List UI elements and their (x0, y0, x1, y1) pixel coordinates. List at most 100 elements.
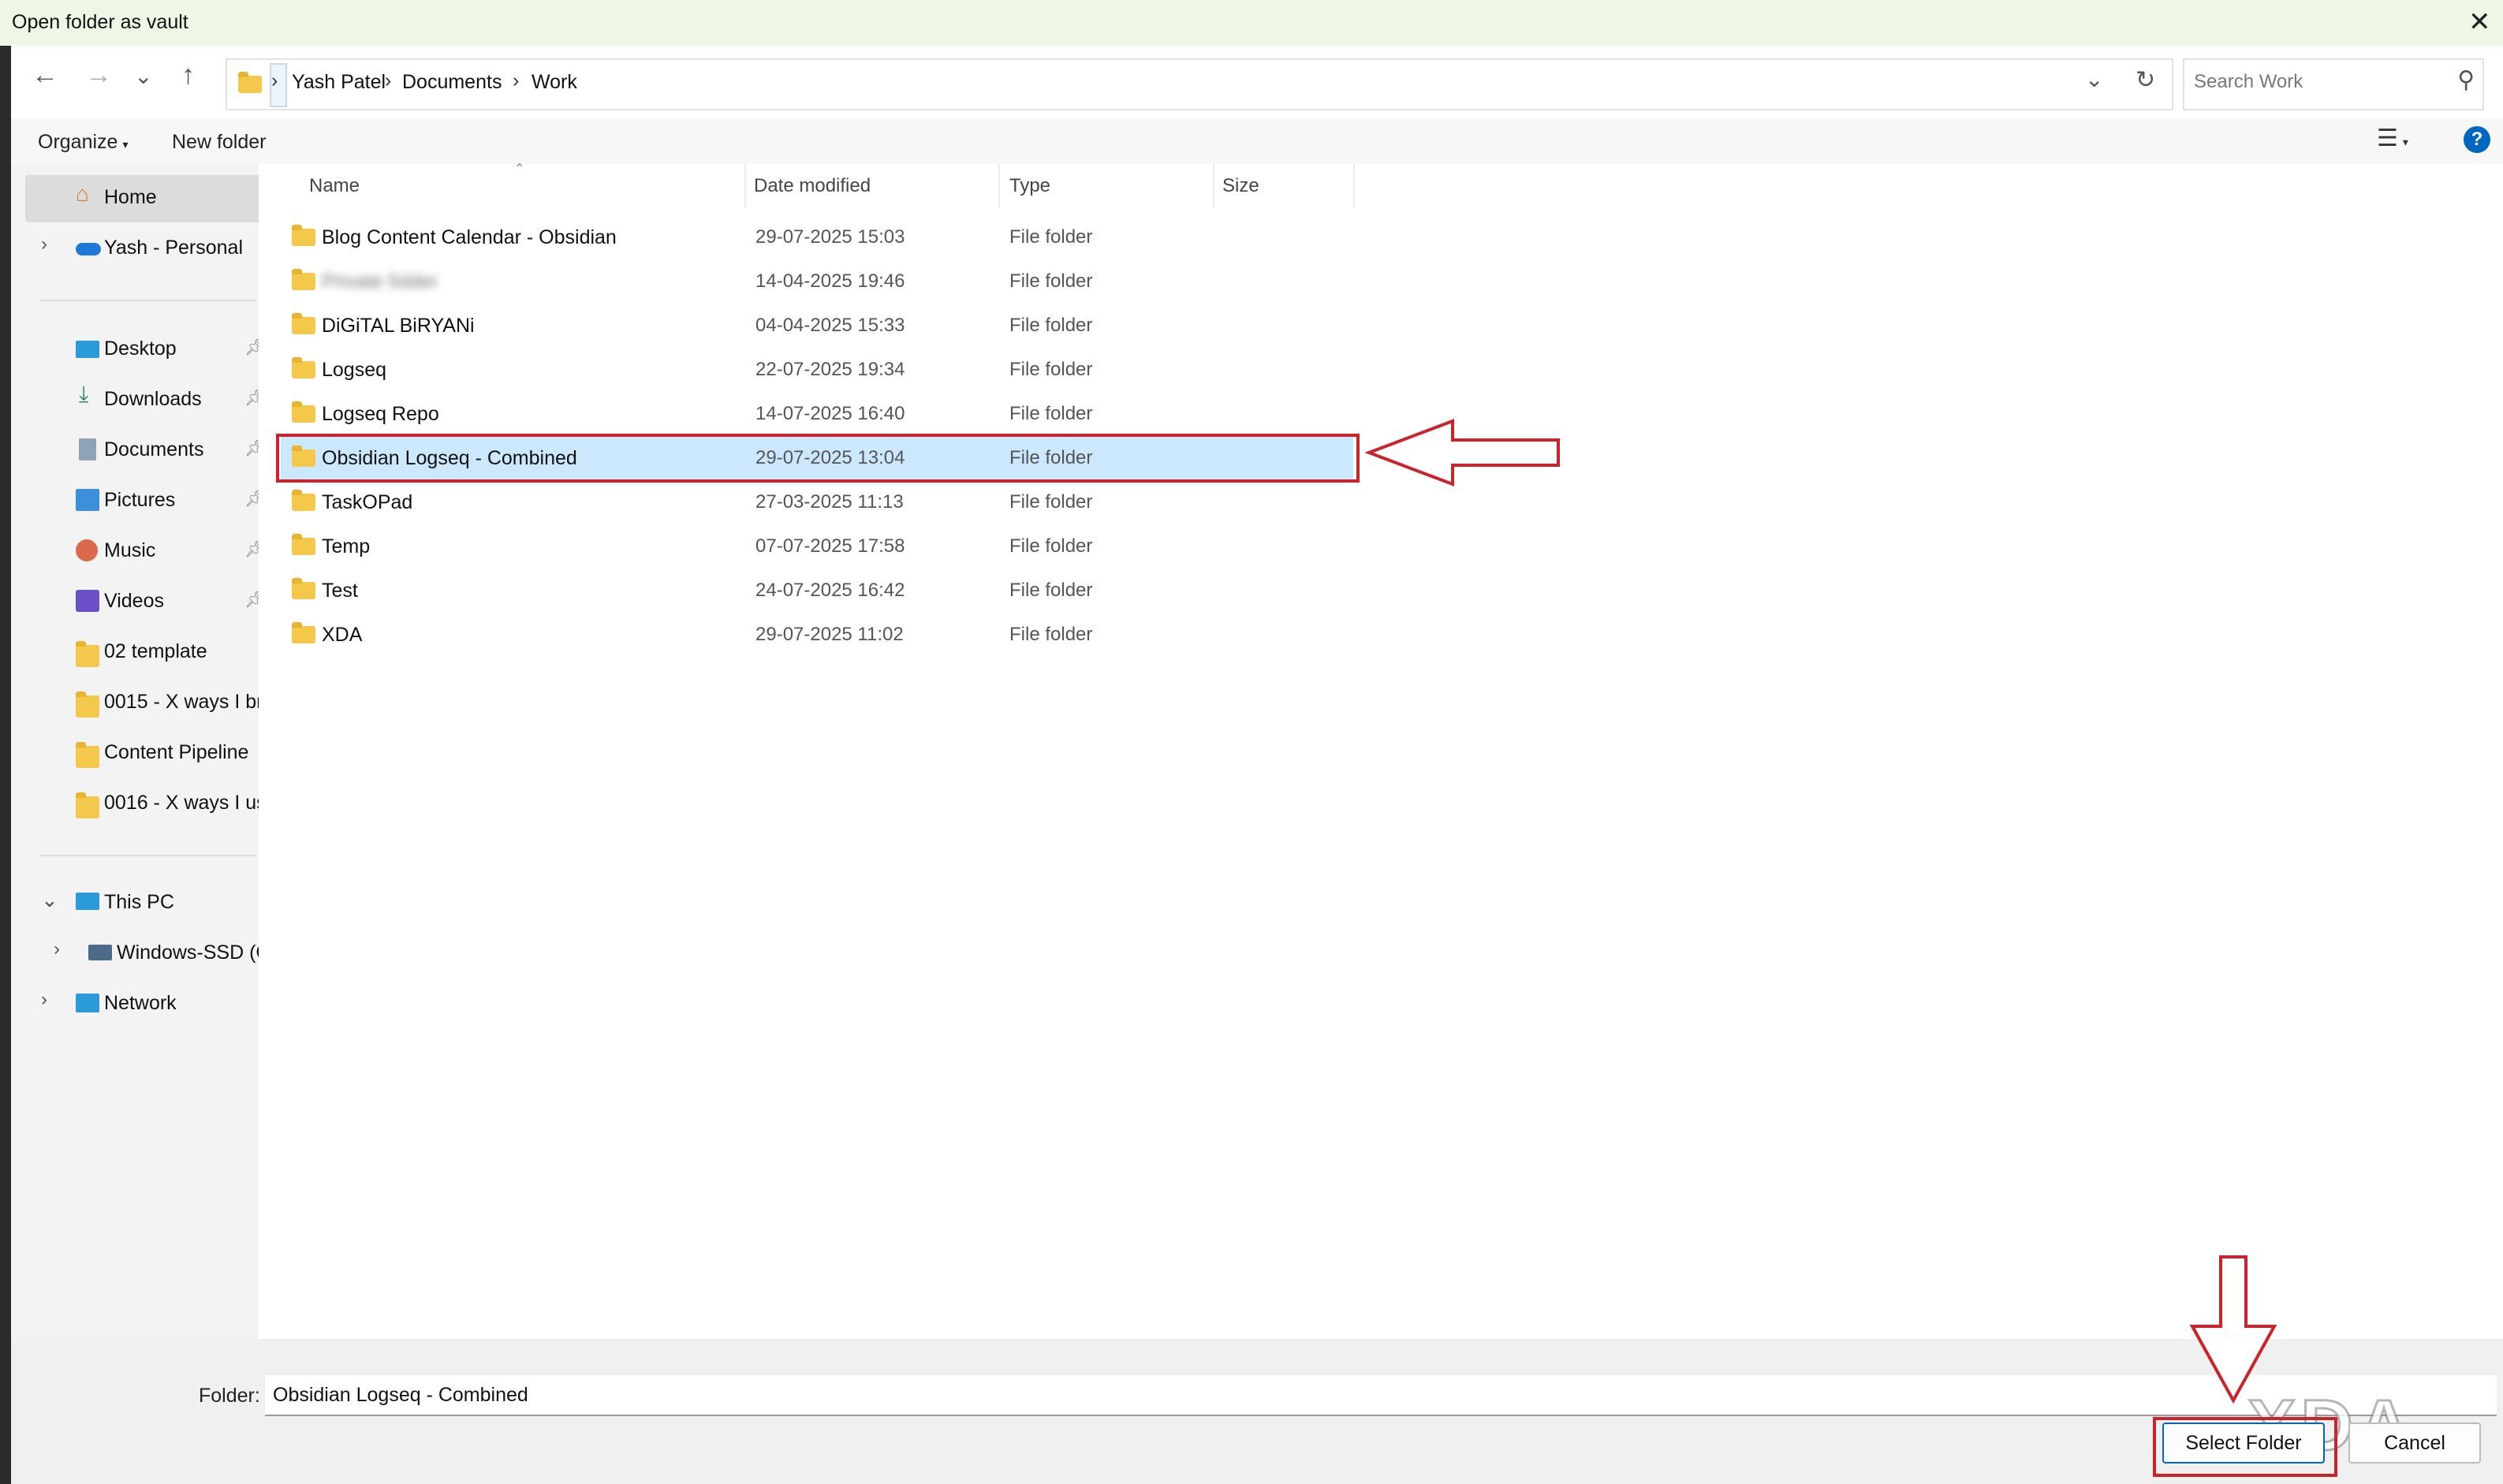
file-name: DiGiTAL BiRYANi (322, 315, 475, 337)
up-arrow-icon[interactable]: ↑ (181, 60, 195, 91)
folder-icon (76, 692, 99, 718)
help-icon[interactable]: ? (2464, 126, 2490, 153)
sidebar-item-home[interactable]: ⌂ Home (25, 175, 262, 222)
organize-label: Organize (38, 131, 118, 153)
table-row[interactable]: Logseq 22-07-2025 19:34 File folder (281, 349, 1353, 391)
column-header-name[interactable]: Name (309, 175, 360, 197)
sidebar-item-this-pc[interactable]: ⌄ This PC (25, 880, 262, 927)
column-divider[interactable] (1213, 164, 1214, 208)
file-date-modified: 29-07-2025 11:02 (755, 624, 904, 645)
back-arrow-icon[interactable]: ← (32, 60, 58, 91)
close-icon[interactable]: ✕ (2468, 6, 2491, 38)
dropdown-caret-icon: ▾ (122, 138, 129, 151)
sidebar-item-label: This PC (104, 891, 174, 913)
table-row[interactable]: XDA 29-07-2025 11:02 File folder (281, 613, 1353, 656)
folder-icon (292, 313, 315, 334)
refresh-icon[interactable]: ↻ (2136, 66, 2155, 94)
download-icon: ⤓ (79, 382, 89, 406)
down-arrow-annotation-icon (2189, 1255, 2277, 1404)
column-header-type[interactable]: Type (1009, 175, 1050, 197)
column-divider[interactable] (1353, 164, 1355, 208)
address-bar[interactable]: › Yash Patel › Documents › Work ⌄ ↻ (226, 58, 2173, 110)
pictures-icon (76, 489, 99, 511)
recent-locations-chevron-icon[interactable]: ⌄ (134, 63, 152, 89)
search-icon[interactable]: ⚲ (2457, 66, 2475, 94)
file-date-modified: 27-03-2025 11:13 (755, 491, 904, 513)
view-options-icon[interactable]: ☰ ▾ (2377, 125, 2408, 152)
sidebar-item-network[interactable]: › Network (25, 981, 262, 1028)
file-date-modified: 07-07-2025 17:58 (755, 535, 905, 557)
organize-button[interactable]: Organize ▾ (38, 131, 128, 154)
sidebar-item-documents[interactable]: Documents 📌︎ (25, 427, 264, 475)
folder-icon (292, 534, 315, 555)
highlight-annotation-box (2153, 1417, 2337, 1477)
file-date-modified: 14-04-2025 19:46 (755, 270, 905, 292)
sidebar-item-0016[interactable]: 0016 - X ways I use (25, 781, 262, 828)
column-divider[interactable] (744, 164, 746, 208)
file-date-modified: 29-07-2025 15:03 (755, 226, 905, 248)
sidebar-item-label: Home (104, 186, 157, 208)
file-name: Temp (322, 535, 371, 557)
network-icon (76, 994, 99, 1012)
table-row[interactable]: TaskOPad 27-03-2025 11:13 File folder (281, 481, 1353, 524)
folder-name-field[interactable] (265, 1375, 2497, 1416)
sidebar-item-0015[interactable]: 0015 - X ways I bring (25, 680, 262, 727)
sidebar-item-label: 0016 - X ways I use (104, 792, 262, 814)
sidebar-item-02-template[interactable]: 02 template (25, 629, 262, 677)
breadcrumb-work[interactable]: Work (532, 71, 577, 94)
sidebar-item-windows-ssd[interactable]: › Windows-SSD (C:) (25, 930, 267, 978)
videos-icon (76, 590, 99, 612)
home-icon: ⌂ (76, 181, 89, 206)
chevron-right-icon[interactable]: › (41, 233, 47, 255)
file-name: Logseq Repo (322, 403, 439, 425)
column-header-size[interactable]: Size (1222, 175, 1259, 197)
chevron-right-icon: › (271, 69, 278, 91)
sidebar-item-label: Windows-SSD (C:) (117, 941, 267, 964)
folder-icon (238, 72, 262, 93)
folder-icon (292, 225, 315, 246)
title-bar (0, 0, 2503, 46)
chevron-down-icon[interactable]: ⌄ (41, 888, 58, 912)
column-header-date[interactable]: Date modified (754, 175, 871, 197)
sidebar-item-desktop[interactable]: Desktop 📌︎ (25, 326, 264, 374)
this-pc-icon (76, 893, 99, 910)
new-folder-button[interactable]: New folder (172, 131, 267, 154)
table-row[interactable]: Private folder 14-04-2025 19:46 File folde… (281, 260, 1353, 303)
table-row[interactable]: Logseq Repo 14-07-2025 16:40 File folder (281, 393, 1353, 435)
file-name: XDA (322, 624, 363, 646)
table-row[interactable]: Test 24-07-2025 16:42 File folder (281, 569, 1353, 612)
table-row[interactable]: DiGiTAL BiRYANi 04-04-2025 15:33 File fold… (281, 304, 1353, 347)
window-edge (0, 46, 11, 1484)
documents-icon (79, 438, 96, 460)
sidebar-item-yash-personal[interactable]: › Yash - Personal (25, 226, 262, 273)
chevron-right-icon[interactable]: › (54, 938, 60, 960)
sidebar-item-label: Pictures (104, 489, 176, 511)
sort-ascending-icon: ⌃ (514, 162, 525, 176)
chevron-right-icon: › (385, 69, 392, 91)
folder-icon (292, 357, 315, 378)
folder-label: Folder: (199, 1385, 260, 1407)
sidebar-item-downloads[interactable]: ⤓ Downloads 📌︎ (25, 377, 264, 424)
table-row[interactable]: Blog Content Calendar - Obsidian 29-07-20… (281, 216, 1353, 259)
breadcrumb-yash-patel[interactable]: Yash Patel (292, 71, 386, 94)
address-dropdown-chevron-icon[interactable]: ⌄ (2085, 66, 2103, 92)
table-row[interactable]: Temp 07-07-2025 17:58 File folder (281, 525, 1353, 568)
divider (41, 300, 256, 301)
sidebar-item-music[interactable]: Music 📌︎ (25, 528, 264, 576)
folder-icon (292, 269, 315, 290)
sidebar-item-label: 02 template (104, 640, 207, 662)
breadcrumb-documents[interactable]: Documents (402, 71, 502, 94)
search-input[interactable]: Search Work (2194, 71, 2303, 93)
file-type: File folder (1009, 270, 1093, 292)
forward-arrow-icon[interactable]: → (85, 60, 112, 91)
chevron-right-icon[interactable]: › (41, 989, 47, 1011)
sidebar-item-videos[interactable]: Videos 📌︎ (25, 579, 264, 626)
sidebar-item-pictures[interactable]: Pictures 📌︎ (25, 478, 264, 525)
highlight-annotation-box (276, 434, 1360, 483)
file-name: Test (322, 580, 358, 602)
sidebar-item-label: Network (104, 992, 177, 1014)
cancel-button[interactable]: Cancel (2348, 1422, 2481, 1463)
column-divider[interactable] (998, 164, 1000, 208)
sidebar-item-content-pipeline[interactable]: Content Pipeline (25, 730, 262, 777)
folder-icon (292, 490, 315, 511)
